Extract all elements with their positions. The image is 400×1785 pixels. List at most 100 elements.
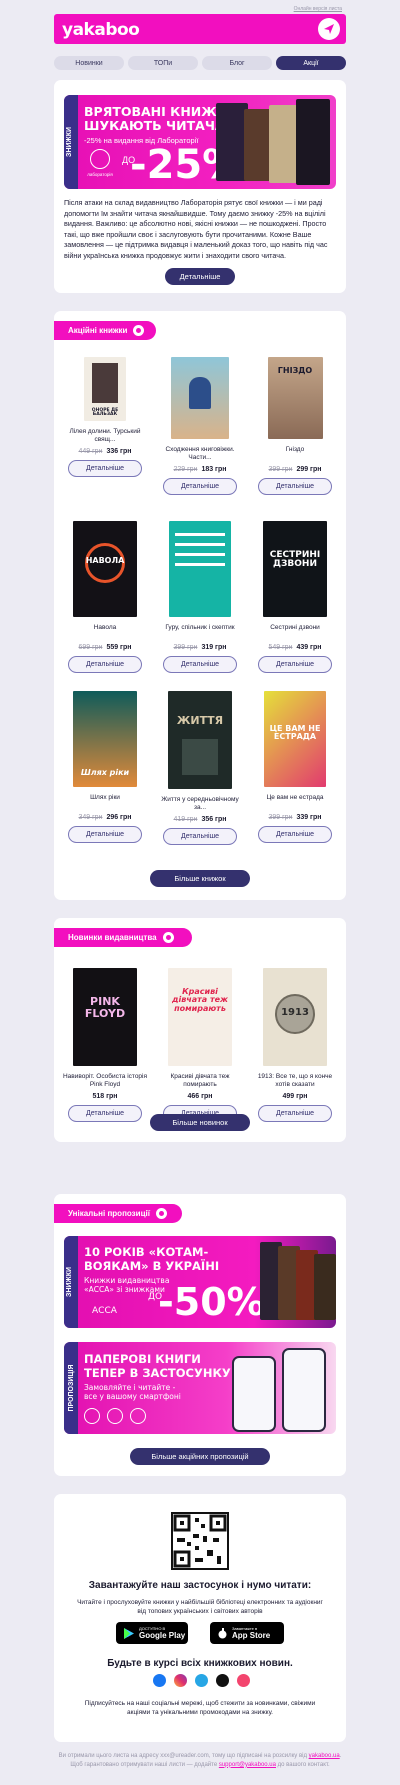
headphones-icon bbox=[130, 1408, 146, 1424]
tab-aktsii[interactable]: Акції bbox=[276, 56, 346, 70]
more-books-button[interactable]: Більше книжок bbox=[150, 870, 250, 887]
product-title[interactable]: Це вам не естрада bbox=[250, 794, 340, 810]
book-image bbox=[314, 1254, 336, 1320]
promo-banner[interactable]: ЗНИЖКИ ВРЯТОВАНІ КНИЖКИ ШУКАЮТЬ ЧИТАЧА -2… bbox=[64, 95, 336, 189]
google-play-button[interactable]: ДОСТУПНО В Google Play bbox=[116, 1622, 188, 1644]
product-card[interactable]: 1913 1913: Все те, що я конче хотів сказ… bbox=[250, 968, 340, 1122]
app-store-button[interactable]: Завантажте в App Store bbox=[210, 1622, 284, 1644]
book-cover[interactable]: ЖИТТЯ bbox=[168, 691, 232, 789]
product-card[interactable]: ЖИТТЯ Життя у середньовічному за... 419 … bbox=[155, 691, 245, 845]
product-card[interactable]: ЦЕ ВАМ НЕ ЕСТРАДА Це вам не естрада 399 … bbox=[250, 691, 340, 843]
book-cover[interactable]: Шлях ріки bbox=[73, 691, 137, 787]
phone-mockup bbox=[282, 1348, 326, 1432]
telegram-icon[interactable] bbox=[195, 1674, 208, 1687]
banner-title: ПАПЕРОВІ КНИГИ ТЕПЕР В ЗАСТОСУНКУ bbox=[84, 1352, 231, 1380]
book-image bbox=[269, 105, 299, 183]
product-price: 399 грн 339 грн bbox=[268, 814, 322, 821]
product-price: 466 грн bbox=[187, 1093, 213, 1100]
product-title[interactable]: Лілея долини. Турський свящ... bbox=[60, 428, 150, 444]
promo-title: ВРЯТОВАНІ КНИЖКИ ШУКАЮТЬ ЧИТАЧА bbox=[84, 104, 238, 133]
discount-label: -50% bbox=[158, 1280, 265, 1324]
product-title[interactable]: Життя у середньовічному за... bbox=[155, 796, 245, 812]
app-banner[interactable]: ПРОПОЗИЦІЯ ПАПЕРОВІ КНИГИ ТЕПЕР В ЗАСТОСУ… bbox=[64, 1342, 336, 1434]
threads-icon[interactable] bbox=[237, 1674, 250, 1687]
footer: Ви отримали цього листа на адресу xxx@ur… bbox=[58, 1753, 342, 1768]
qr-code[interactable] bbox=[171, 1512, 229, 1570]
product-title[interactable]: Гуру, спільник і скептик bbox=[155, 624, 245, 640]
publisher-logo: лабораторія bbox=[82, 149, 118, 185]
promo-details-button[interactable]: Детальніше bbox=[165, 268, 235, 285]
tag-icon bbox=[162, 932, 174, 943]
book-cover[interactable]: Красиві дівчата теж помирають bbox=[168, 968, 232, 1066]
asca-banner[interactable]: ЗНИЖКИ 10 РОКІВ «КОТАМ- ВОЯКАМ» В УКРАЇНІ… bbox=[64, 1236, 336, 1328]
product-card[interactable]: Красиві дівчата теж помирають Красиві ді… bbox=[155, 968, 245, 1122]
product-title[interactable]: Сходження книговіжки. Части... bbox=[155, 446, 245, 462]
books-icon bbox=[84, 1408, 100, 1424]
tab-novynky[interactable]: Новинки bbox=[54, 56, 124, 70]
news-text: Підписуйтесь на наші соціальні мережі, щ… bbox=[84, 1700, 316, 1716]
product-title[interactable]: Гніздо bbox=[250, 446, 340, 462]
book-cover[interactable]: ГНІЗДО bbox=[267, 357, 323, 439]
details-button[interactable]: Детальніше bbox=[68, 656, 142, 673]
plane-icon[interactable] bbox=[318, 18, 340, 40]
book-cover[interactable]: 1913 bbox=[263, 968, 327, 1066]
tag-icon bbox=[155, 1208, 167, 1219]
book-cover[interactable]: НАВОЛА bbox=[73, 521, 137, 617]
book-cover[interactable] bbox=[171, 357, 229, 439]
product-title[interactable]: Навола bbox=[60, 624, 150, 640]
product-price: 449 грн 336 грн bbox=[78, 448, 132, 455]
product-card[interactable]: Гуру, спільник і скептик 399 грн 319 грн … bbox=[155, 521, 245, 673]
unique-offers-tag: Унікальні пропозиції bbox=[54, 1204, 182, 1223]
yakaboo-logo[interactable]: yakaboo bbox=[62, 20, 140, 40]
product-card[interactable]: Сходження книговіжки. Части... 229 грн 18… bbox=[155, 357, 245, 495]
product-card[interactable]: ГНІЗДО Гніздо 399 грн 299 грн Детальніше bbox=[250, 357, 340, 495]
details-button[interactable]: Детальніше bbox=[258, 826, 332, 843]
details-button[interactable]: Детальніше bbox=[68, 1105, 142, 1122]
product-price: 518 грн bbox=[92, 1093, 118, 1100]
product-title[interactable]: Шлях ріки bbox=[60, 794, 150, 810]
product-price: 549 грн 439 грн bbox=[268, 644, 322, 651]
book-cover[interactable]: СЕСТРИНІ ДЗВОНИ bbox=[263, 521, 327, 617]
vertical-tag: ЗНИЖКИ bbox=[64, 1236, 78, 1328]
book-cover[interactable]: ЦЕ ВАМ НЕ ЕСТРАДА bbox=[264, 691, 326, 787]
product-card[interactable]: PINK FLOYD Навиворіт. Особиста історія P… bbox=[60, 968, 150, 1122]
app-card: Завантажуйте наш застосунок і нумо читат… bbox=[54, 1494, 346, 1742]
tab-topy[interactable]: ТОПи bbox=[128, 56, 198, 70]
book-cover[interactable]: PINK FLOYD bbox=[73, 968, 137, 1066]
details-button[interactable]: Детальніше bbox=[68, 826, 142, 843]
product-price: 349 грн 296 грн bbox=[78, 814, 132, 821]
tab-blog[interactable]: Блог bbox=[202, 56, 272, 70]
product-card[interactable]: СЕСТРИНІ ДЗВОНИ Сестрині дзвони 549 грн 4… bbox=[250, 521, 340, 673]
book-cover[interactable]: ОНОРЕ ДЕ БАЛЬЗАК bbox=[84, 357, 126, 421]
feature-icons bbox=[84, 1408, 146, 1424]
support-email-link[interactable]: support@yakaboo.ua bbox=[219, 1762, 276, 1768]
product-title[interactable]: Красиві дівчата теж помирають bbox=[155, 1073, 245, 1089]
new-books-tag: Новинки видавництва bbox=[54, 928, 192, 947]
instagram-icon[interactable] bbox=[174, 1674, 187, 1687]
news-title: Будьте в курсі всіх книжкових новин. bbox=[107, 1658, 293, 1669]
details-button[interactable]: Детальніше bbox=[163, 478, 237, 495]
facebook-icon[interactable] bbox=[153, 1674, 166, 1687]
more-new-books-button[interactable]: Більше новинок bbox=[150, 1114, 250, 1131]
site-link[interactable]: yakaboo.ua bbox=[309, 1753, 340, 1759]
product-title[interactable]: 1913: Все те, що я конче хотів сказати bbox=[250, 1073, 340, 1089]
details-button[interactable]: Детальніше bbox=[258, 478, 332, 495]
nav-tabs: Новинки ТОПи Блог Акції bbox=[54, 56, 346, 70]
product-card[interactable]: Шлях ріки Шлях ріки 349 грн 296 грн Детал… bbox=[60, 691, 150, 843]
vertical-tag: ПРОПОЗИЦІЯ bbox=[64, 1342, 78, 1434]
details-button[interactable]: Детальніше bbox=[68, 460, 142, 477]
phone-mockup bbox=[232, 1356, 276, 1432]
online-version-link[interactable]: Онлайн версія листа bbox=[294, 6, 342, 12]
product-title[interactable]: Сестрині дзвони bbox=[250, 624, 340, 640]
product-title[interactable]: Навиворіт. Особиста історія Pink Floyd bbox=[60, 1073, 150, 1089]
more-offers-button[interactable]: Більше акційних пропозицій bbox=[130, 1448, 270, 1465]
product-card[interactable]: НАВОЛА Навола 699 грн 559 грн Детальніше bbox=[60, 521, 150, 673]
book-cover[interactable] bbox=[169, 521, 231, 617]
book-image bbox=[244, 109, 272, 181]
product-card[interactable]: ОНОРЕ ДЕ БАЛЬЗАК Лілея долини. Турський … bbox=[60, 357, 150, 477]
details-button[interactable]: Детальніше bbox=[163, 656, 237, 673]
details-button[interactable]: Детальніше bbox=[258, 1105, 332, 1122]
details-button[interactable]: Детальніше bbox=[163, 828, 237, 845]
tiktok-icon[interactable] bbox=[216, 1674, 229, 1687]
details-button[interactable]: Детальніше bbox=[258, 656, 332, 673]
